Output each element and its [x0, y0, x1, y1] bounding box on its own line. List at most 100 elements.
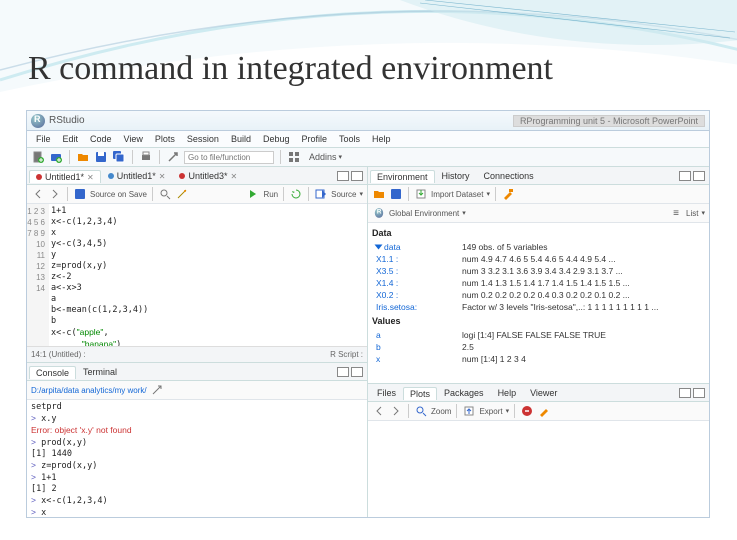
menu-debug[interactable]: Debug [258, 133, 295, 145]
prev-plot-icon[interactable] [372, 404, 386, 418]
new-project-icon[interactable] [49, 150, 63, 164]
files-tabbar: Files Plots Packages Help Viewer [368, 384, 709, 402]
working-dir[interactable]: D:/arpita/data analytics/my work/ [31, 386, 147, 395]
tab-packages[interactable]: Packages [437, 386, 491, 399]
scope-dropdown[interactable]: Global Environment [389, 209, 459, 218]
tab-viewer[interactable]: Viewer [523, 386, 564, 399]
more-icon[interactable] [150, 383, 164, 397]
maximize-pane-icon[interactable] [351, 367, 363, 377]
code-text[interactable]: 1+1 x<-c(1,2,3,4) x y<-c(3,4,5) y z=prod… [49, 204, 367, 346]
minimize-pane-icon[interactable] [679, 388, 691, 398]
export-button[interactable]: Export [479, 407, 502, 416]
find-icon[interactable] [158, 187, 172, 201]
grid-icon[interactable] [287, 150, 301, 164]
save-all-icon[interactable] [112, 150, 126, 164]
list-view-icon[interactable]: ≡ [669, 206, 683, 220]
maximize-pane-icon[interactable] [693, 388, 705, 398]
load-workspace-icon[interactable] [372, 187, 386, 201]
tab-connections[interactable]: Connections [477, 169, 541, 182]
plot-canvas [368, 421, 709, 517]
menu-tools[interactable]: Tools [334, 133, 365, 145]
zoom-icon[interactable] [414, 404, 428, 418]
save-icon[interactable] [94, 150, 108, 164]
menu-edit[interactable]: Edit [58, 133, 84, 145]
tab-console[interactable]: Console [29, 366, 76, 379]
print-icon[interactable] [139, 150, 153, 164]
tab-help[interactable]: Help [491, 386, 524, 399]
minimize-pane-icon[interactable] [337, 171, 349, 181]
menu-plots[interactable]: Plots [150, 133, 180, 145]
new-file-icon[interactable] [31, 150, 45, 164]
source-button[interactable]: Source [331, 190, 356, 199]
console-pathbar: D:/arpita/data analytics/my work/ [27, 381, 367, 400]
tab-environment[interactable]: Environment [370, 170, 435, 183]
maximize-pane-icon[interactable] [693, 171, 705, 181]
r-logo-icon [372, 206, 386, 220]
env-var-data[interactable]: data [372, 241, 462, 253]
tab-terminal[interactable]: Terminal [76, 365, 124, 378]
file-dot-icon [108, 173, 114, 179]
tab-history[interactable]: History [435, 169, 477, 182]
import-icon[interactable] [414, 187, 428, 201]
menu-file[interactable]: File [31, 133, 56, 145]
env-col-x02: X0.2 : [372, 289, 462, 301]
source-icon[interactable] [314, 187, 328, 201]
close-icon[interactable]: ✕ [87, 173, 94, 182]
minimize-pane-icon[interactable] [679, 171, 691, 181]
tab-files[interactable]: Files [370, 386, 403, 399]
source-tab-3[interactable]: Untitled3*✕ [172, 169, 244, 182]
menu-build[interactable]: Build [226, 133, 256, 145]
next-plot-icon[interactable] [389, 404, 403, 418]
menu-help[interactable]: Help [367, 133, 396, 145]
maximize-pane-icon[interactable] [351, 171, 363, 181]
run-icon[interactable] [246, 187, 260, 201]
source-tab-2[interactable]: Untitled1*✕ [101, 169, 173, 182]
files-pane: Files Plots Packages Help Viewer Zoom Ex… [368, 384, 709, 517]
close-icon[interactable]: ✕ [231, 172, 238, 181]
wand-icon[interactable] [175, 187, 189, 201]
zoom-button[interactable]: Zoom [431, 407, 451, 416]
menu-profile[interactable]: Profile [297, 133, 333, 145]
source-statusbar: 14:1 (Untitled) : R Script : [27, 346, 367, 362]
env-var-x[interactable]: x [372, 353, 462, 365]
env-col-x14: X1.4 : [372, 277, 462, 289]
import-dataset-button[interactable]: Import Dataset [431, 190, 483, 199]
tab-plots[interactable]: Plots [403, 387, 437, 400]
file-type: R Script : [330, 350, 363, 359]
source-pane: Untitled1*✕ Untitled1*✕ Untitled3*✕ Sour… [27, 167, 367, 363]
back-icon[interactable] [31, 187, 45, 201]
expand-icon[interactable] [375, 245, 383, 250]
minimize-pane-icon[interactable] [337, 367, 349, 377]
source-editor[interactable]: 1 2 3 4 5 6 7 8 9 10 11 12 13 14 1+1 x<-… [27, 204, 367, 346]
workspace: Untitled1*✕ Untitled1*✕ Untitled3*✕ Sour… [27, 167, 709, 517]
goto-input[interactable] [184, 151, 274, 164]
console-tabbar: Console Terminal [27, 363, 367, 381]
menu-code[interactable]: Code [85, 133, 117, 145]
clear-plots-icon[interactable] [537, 404, 551, 418]
menu-session[interactable]: Session [182, 133, 224, 145]
addins-dropdown[interactable]: Addins▾ [305, 152, 346, 162]
rerun-icon[interactable] [289, 187, 303, 201]
console-output[interactable]: setprd > x.y Error: object 'x.y' not fou… [27, 400, 367, 517]
clear-icon[interactable] [501, 187, 515, 201]
goto-icon[interactable] [166, 150, 180, 164]
env-var-a[interactable]: a [372, 329, 462, 341]
env-var-b[interactable]: b [372, 341, 462, 353]
save-icon[interactable] [73, 187, 87, 201]
dirty-dot-icon [179, 173, 185, 179]
app-title: RStudio [49, 115, 85, 126]
source-toolbar: Source on Save Run Source▾ [27, 185, 367, 204]
close-icon[interactable]: ✕ [159, 172, 166, 181]
open-file-icon[interactable] [76, 150, 90, 164]
env-col-iris: Iris.setosa: [372, 301, 462, 313]
source-tab-1[interactable]: Untitled1*✕ [29, 170, 101, 183]
forward-icon[interactable] [48, 187, 62, 201]
dirty-dot-icon [36, 174, 42, 180]
export-icon[interactable] [462, 404, 476, 418]
menu-view[interactable]: View [119, 133, 148, 145]
remove-plot-icon[interactable] [520, 404, 534, 418]
run-button[interactable]: Run [263, 190, 278, 199]
env-col-x35: X3.5 : [372, 265, 462, 277]
save-workspace-icon[interactable] [389, 187, 403, 201]
source-on-save-label[interactable]: Source on Save [90, 190, 147, 199]
